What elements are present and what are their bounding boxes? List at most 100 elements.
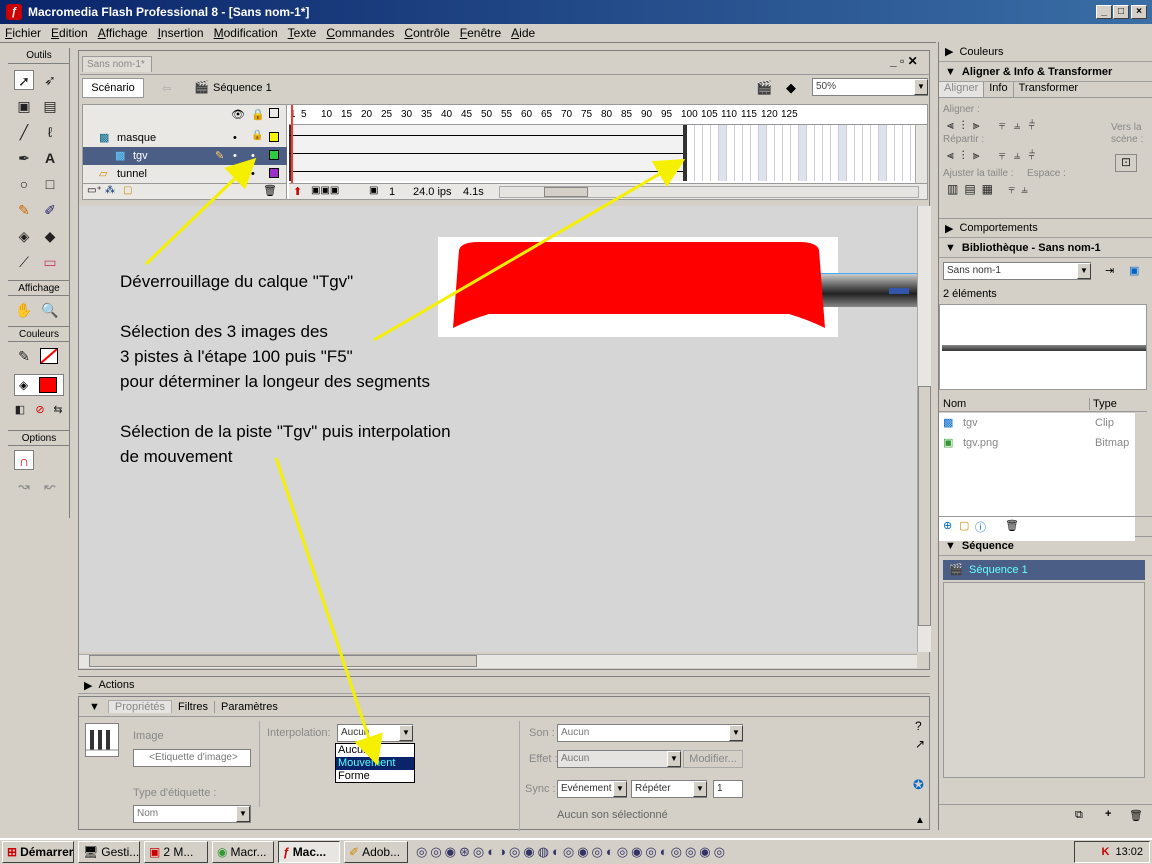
library-item-tgv[interactable]: ▩ tgv Clip bbox=[939, 413, 1135, 433]
selection-tool-icon[interactable]: ➚ bbox=[14, 70, 34, 90]
library-item-tgv-png[interactable]: ▣ tgv.png Bitmap bbox=[939, 433, 1135, 453]
library-doc-select[interactable]: Sans nom-1 bbox=[943, 262, 1091, 280]
lock-dot[interactable]: • bbox=[251, 168, 255, 180]
center-frame-icon[interactable]: ⬆ bbox=[293, 185, 302, 198]
tab-parameters[interactable]: Paramètres bbox=[213, 700, 284, 713]
option-aucun[interactable]: Aucun bbox=[336, 744, 414, 757]
stroke-color-icon[interactable]: ✎ bbox=[14, 346, 34, 366]
insert-layer-icon[interactable]: ▭⁺ bbox=[87, 185, 102, 196]
effect-dropdown-arrow[interactable]: ▼ bbox=[667, 751, 681, 767]
delete-scene-icon[interactable]: 🗑 bbox=[1129, 809, 1143, 822]
option-mouvement[interactable]: Mouvement bbox=[336, 757, 414, 770]
tab-aligner[interactable]: Aligner bbox=[939, 82, 984, 97]
menu-fenetre[interactable]: Fenêtre bbox=[455, 26, 506, 40]
pin-library-icon[interactable]: ▣ bbox=[1129, 264, 1139, 277]
edit-symbol-icon[interactable]: ◆ bbox=[786, 80, 796, 96]
free-transform-tool-icon[interactable]: ▣ bbox=[14, 96, 34, 116]
frame-ruler[interactable]: 1510152025303540455055606570758085909510… bbox=[289, 105, 927, 125]
new-symbol-icon[interactable]: ⊕ bbox=[943, 519, 952, 532]
zoom-tool-icon[interactable]: 🔍 bbox=[40, 300, 60, 320]
visibility-dot[interactable]: • bbox=[233, 132, 237, 144]
no-color-icon[interactable]: ⊘ bbox=[30, 400, 50, 420]
rectangle-tool-icon[interactable]: □ bbox=[40, 174, 60, 194]
layer-row-masque[interactable]: ▩ masque • 🔒 bbox=[83, 129, 287, 147]
colors-panel-bar[interactable]: ▶ Couleurs bbox=[939, 42, 1152, 62]
lock-icon[interactable]: 🔒 bbox=[251, 108, 265, 121]
menu-fichier[interactable]: Fichier bbox=[0, 26, 46, 40]
label-type-select[interactable]: Nom bbox=[133, 805, 251, 823]
taskbar-item[interactable]: ▣ 2 M... bbox=[144, 841, 208, 863]
menu-insertion[interactable]: Insertion bbox=[153, 26, 209, 40]
fill-color-swatch[interactable] bbox=[39, 377, 57, 393]
eraser-tool-icon[interactable]: ▭ bbox=[40, 252, 60, 272]
stage-vscroll-thumb[interactable] bbox=[918, 386, 931, 626]
delete-icon[interactable]: 🗑 bbox=[1005, 519, 1019, 532]
onion-skin-icon[interactable]: ▣▣▣ bbox=[311, 185, 339, 196]
layer-outline-color[interactable] bbox=[269, 168, 279, 178]
library-panel-bar[interactable]: ▼ Bibliothèque - Sans nom-1 bbox=[939, 238, 1152, 258]
edit-scene-icon[interactable]: 🎬 bbox=[756, 80, 772, 96]
menu-commandes[interactable]: Commandes bbox=[321, 26, 399, 40]
black-white-icon[interactable]: ◧ bbox=[10, 400, 30, 420]
eyedropper-tool-icon[interactable]: ⟋ bbox=[14, 252, 34, 272]
timeline-hscroll[interactable] bbox=[499, 186, 919, 198]
frame-label-input[interactable]: <Etiquette d'image> bbox=[133, 749, 251, 767]
repeat-dropdown-arrow[interactable]: ▼ bbox=[693, 781, 707, 797]
menu-controle[interactable]: Contrôle bbox=[399, 26, 454, 40]
smooth-icon[interactable]: ↝ bbox=[14, 476, 34, 496]
scene-button[interactable]: Scénario bbox=[82, 78, 144, 98]
menu-affichage[interactable]: Affichage bbox=[93, 26, 153, 40]
layer-outline-color[interactable] bbox=[269, 132, 279, 142]
hand-tool-icon[interactable]: ✋ bbox=[14, 300, 34, 320]
straighten-icon[interactable]: ↜ bbox=[40, 476, 60, 496]
stroke-color-swatch[interactable] bbox=[40, 348, 58, 364]
accessibility-icon[interactable]: ✪ bbox=[913, 777, 924, 793]
swap-colors-icon[interactable]: ⇆ bbox=[48, 400, 68, 420]
menu-edition[interactable]: Edition bbox=[46, 26, 93, 40]
layer-row-tunnel[interactable]: ▱ tunnel • bbox=[83, 165, 287, 183]
tab-info[interactable]: Info bbox=[983, 82, 1012, 97]
layer-row-tgv[interactable]: ▩ tgv ✎ • • bbox=[83, 147, 287, 165]
stage-area[interactable]: Déverrouillage du calque "Tgv" Sélection… bbox=[79, 206, 917, 652]
taskbar-item[interactable]: 🖥 Gesti... bbox=[78, 841, 140, 863]
timeline-hscroll-thumb[interactable] bbox=[544, 187, 588, 197]
snap-magnet-icon[interactable]: ∩ bbox=[14, 450, 34, 470]
column-name[interactable]: Nom bbox=[943, 398, 966, 410]
fill-transform-tool-icon[interactable]: ▤ bbox=[40, 96, 60, 116]
zoom-dropdown-arrow[interactable]: ▼ bbox=[914, 79, 928, 95]
add-guide-icon[interactable]: ⁂ bbox=[105, 185, 115, 196]
new-folder-icon[interactable]: ▢ bbox=[959, 519, 969, 532]
text-tool-icon[interactable]: A bbox=[40, 148, 60, 168]
taskbar-item-active[interactable]: ƒ Mac... bbox=[278, 841, 340, 863]
pencil-tool-icon[interactable]: ✎ bbox=[14, 200, 34, 220]
frame-grid[interactable] bbox=[289, 125, 919, 183]
tab-properties[interactable]: Propriétés bbox=[107, 700, 173, 713]
help-icon[interactable]: ? bbox=[915, 719, 922, 733]
visibility-dot[interactable]: • bbox=[233, 150, 237, 162]
insert-folder-icon[interactable]: ▢ bbox=[123, 185, 132, 196]
menu-modification[interactable]: Modification bbox=[209, 26, 283, 40]
delete-layer-icon[interactable]: 🗑 bbox=[263, 184, 277, 197]
timeline-vscroll[interactable] bbox=[915, 125, 927, 183]
back-arrow-icon[interactable]: ⇦ bbox=[162, 82, 171, 95]
zoom-select[interactable]: 50% bbox=[812, 78, 928, 96]
tab-filters[interactable]: Filtres bbox=[172, 701, 214, 713]
fill-color-area[interactable]: ◈ bbox=[14, 374, 64, 396]
menu-aide[interactable]: Aide bbox=[506, 26, 540, 40]
subselection-tool-icon[interactable]: ➶ bbox=[40, 70, 60, 90]
quick-launch-icons[interactable]: ◎◎◉⊛◎◐◑◎◉◍◐◎◉◎◐◎◉◎◐◎◎◉◎ bbox=[416, 844, 728, 860]
doc-window-controls[interactable]: _ ▫ ✕ bbox=[890, 54, 918, 68]
stage-hscroll-thumb[interactable] bbox=[89, 655, 477, 667]
layer-lock-icon[interactable]: 🔒 bbox=[251, 130, 263, 141]
tray-icon[interactable]: K bbox=[1102, 846, 1110, 858]
edit-icon[interactable]: ↗ bbox=[915, 737, 925, 751]
ink-bottle-tool-icon[interactable]: ◈ bbox=[14, 226, 34, 246]
layer-outline-color[interactable] bbox=[269, 150, 279, 160]
effect-select[interactable]: Aucun bbox=[557, 750, 681, 768]
align-buttons-icon[interactable]: ⫷⫶⫸ ⫧⫨⫩ bbox=[947, 118, 1043, 133]
actions-panel-bar[interactable]: ▶ Actions bbox=[78, 676, 930, 694]
lasso-tool-icon[interactable]: ℓ bbox=[40, 122, 60, 142]
library-doc-dropdown-arrow[interactable]: ▼ bbox=[1077, 263, 1091, 279]
option-forme[interactable]: Forme bbox=[336, 770, 414, 783]
modify-button[interactable]: Modifier... bbox=[683, 750, 743, 768]
